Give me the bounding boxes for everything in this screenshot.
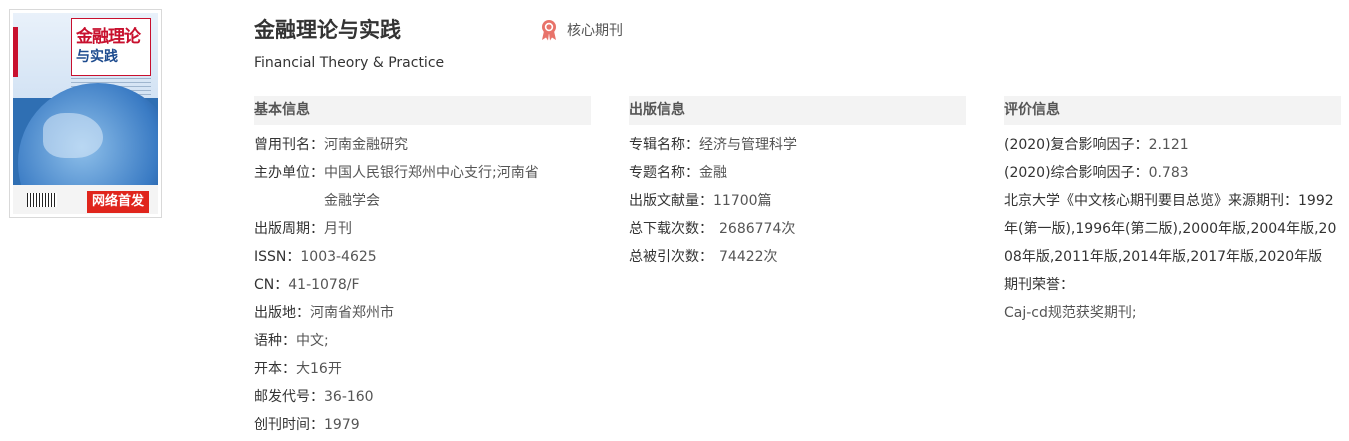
issn-value: 1003-4625 bbox=[300, 249, 377, 265]
info-row-downloads: 总下载次数： 2686774次 bbox=[629, 215, 966, 243]
info-row-overall-impact: (2020)综合影响因子： 0.783 bbox=[1004, 159, 1341, 187]
place-key: 出版地： bbox=[254, 305, 310, 321]
founded-key: 创刊时间： bbox=[254, 417, 324, 433]
cover-title-line1: 金融理论 bbox=[76, 27, 141, 47]
sponsor-value: 中国人民银行郑州中心支行;河南省金融学会 bbox=[324, 165, 539, 209]
doc-count-value: 11700篇 bbox=[713, 193, 772, 209]
sponsor-key: 主办单位： bbox=[254, 165, 324, 181]
pku-core-source-text: 北京大学《中文核心期刊要目总览》来源期刊：1992年(第一版),1996年(第二… bbox=[1004, 193, 1337, 265]
info-row-postal-code: 邮发代号： 36-160 bbox=[254, 383, 591, 411]
cover-red-bar bbox=[13, 27, 18, 77]
cover-globe-land bbox=[43, 113, 103, 158]
journal-honor-key: 期刊荣誉： bbox=[1004, 277, 1074, 293]
publish-info-section: 出版信息 专辑名称： 经济与管理科学 专题名称： 金融 出版文献量： 11700… bbox=[629, 96, 966, 271]
journal-title: 金融理论与实践 bbox=[254, 18, 401, 42]
topic-key: 专题名称： bbox=[629, 165, 699, 181]
evaluation-info-heading: 评价信息 bbox=[1004, 96, 1341, 125]
publish-info-heading: 出版信息 bbox=[629, 96, 966, 125]
downloads-value: 2686774次 bbox=[719, 221, 796, 237]
info-row-language: 语种： 中文; bbox=[254, 327, 591, 355]
barcode-icon bbox=[27, 193, 57, 207]
composite-impact-key: (2020)复合影响因子： bbox=[1004, 137, 1149, 153]
format-value: 大16开 bbox=[296, 361, 342, 377]
format-key: 开本： bbox=[254, 361, 296, 377]
core-journal-tag: 核心期刊 bbox=[539, 19, 623, 41]
founded-value: 1979 bbox=[324, 417, 360, 433]
postal-code-key: 邮发代号： bbox=[254, 389, 324, 405]
language-value: 中文; bbox=[296, 333, 329, 349]
core-journal-label: 核心期刊 bbox=[567, 23, 623, 39]
language-key: 语种： bbox=[254, 333, 296, 349]
place-value: 河南省郑州市 bbox=[310, 305, 394, 321]
cover-title-box: 金融理论 与实践 bbox=[71, 18, 151, 76]
info-row-format: 开本： 大16开 bbox=[254, 355, 591, 383]
info-row-cn: CN： 41-1078/F bbox=[254, 271, 591, 299]
cover-art: 金融理论 与实践 bbox=[13, 13, 158, 214]
cn-value: 41-1078/F bbox=[288, 277, 360, 293]
info-row-founded: 创刊时间： 1979 bbox=[254, 411, 591, 439]
journal-english-title: Financial Theory & Practice bbox=[254, 55, 445, 71]
former-name-value: 河南金融研究 bbox=[324, 137, 408, 153]
info-row-former-name: 曾用刊名： 河南金融研究 bbox=[254, 131, 591, 159]
overall-impact-value: 0.783 bbox=[1148, 165, 1189, 181]
citations-value: 74422次 bbox=[719, 249, 778, 265]
journal-honor-value: Caj-cd规范获奖期刊; bbox=[1004, 305, 1137, 321]
online-first-badge: 网络首发 bbox=[87, 191, 150, 213]
doc-count-key: 出版文献量： bbox=[629, 193, 713, 209]
former-name-key: 曾用刊名： bbox=[254, 137, 324, 153]
album-value: 经济与管理科学 bbox=[699, 137, 797, 153]
info-row-album: 专辑名称： 经济与管理科学 bbox=[629, 131, 966, 159]
frequency-value: 月刊 bbox=[324, 221, 352, 237]
cover-title-line2: 与实践 bbox=[76, 49, 118, 65]
info-row-citations: 总被引次数： 74422次 bbox=[629, 243, 966, 271]
issn-key: ISSN： bbox=[254, 249, 301, 265]
info-row-topic: 专题名称： 金融 bbox=[629, 159, 966, 187]
journal-cover[interactable]: 金融理论 与实践 网络首发 bbox=[9, 9, 162, 218]
overall-impact-key: (2020)综合影响因子： bbox=[1004, 165, 1149, 181]
basic-info-heading: 基本信息 bbox=[254, 96, 591, 125]
postal-code-value: 36-160 bbox=[324, 389, 374, 405]
downloads-key: 总下载次数： bbox=[629, 221, 713, 237]
evaluation-info-section: 评价信息 (2020)复合影响因子： 2.121 (2020)综合影响因子： 0… bbox=[1004, 96, 1341, 327]
info-row-composite-impact: (2020)复合影响因子： 2.121 bbox=[1004, 131, 1341, 159]
citations-key: 总被引次数： bbox=[629, 249, 713, 265]
topic-value: 金融 bbox=[699, 165, 727, 181]
album-key: 专辑名称： bbox=[629, 137, 699, 153]
info-row-place: 出版地： 河南省郑州市 bbox=[254, 299, 591, 327]
basic-info-section: 基本信息 曾用刊名： 河南金融研究 主办单位： 中国人民银行郑州中心支行;河南省… bbox=[254, 96, 591, 439]
cn-key: CN： bbox=[254, 277, 289, 293]
award-ribbon-icon bbox=[542, 20, 556, 41]
info-row-issn: ISSN： 1003-4625 bbox=[254, 243, 591, 271]
frequency-key: 出版周期： bbox=[254, 221, 324, 237]
info-row-frequency: 出版周期： 月刊 bbox=[254, 215, 591, 243]
composite-impact-value: 2.121 bbox=[1148, 137, 1189, 153]
info-row-doc-count: 出版文献量： 11700篇 bbox=[629, 187, 966, 215]
info-row-sponsor: 主办单位： 中国人民银行郑州中心支行;河南省金融学会 bbox=[254, 159, 591, 215]
